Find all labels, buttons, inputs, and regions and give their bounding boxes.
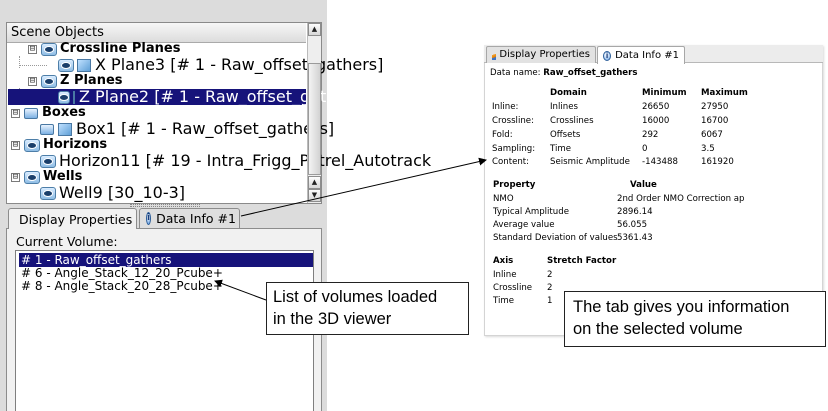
- callout-line: List of volumes loaded: [273, 288, 438, 306]
- arrow-to-data-info: [240, 157, 487, 217]
- callout-volume-list: List of volumes loaded in the 3D viewer: [266, 282, 469, 335]
- annotation-arrows: [214, 157, 487, 301]
- callout-data-info-tab: The tab gives you information on the sel…: [564, 291, 826, 347]
- arrow-to-volume-list: [214, 279, 267, 301]
- tab-label: Display Properties: [19, 211, 133, 227]
- callout-line: in the 3D viewer: [273, 310, 392, 328]
- tab-display-properties[interactable]: Display Properties: [8, 208, 137, 229]
- callout-line: on the selected volume: [573, 320, 743, 338]
- callout-line: The tab gives you information: [573, 298, 790, 316]
